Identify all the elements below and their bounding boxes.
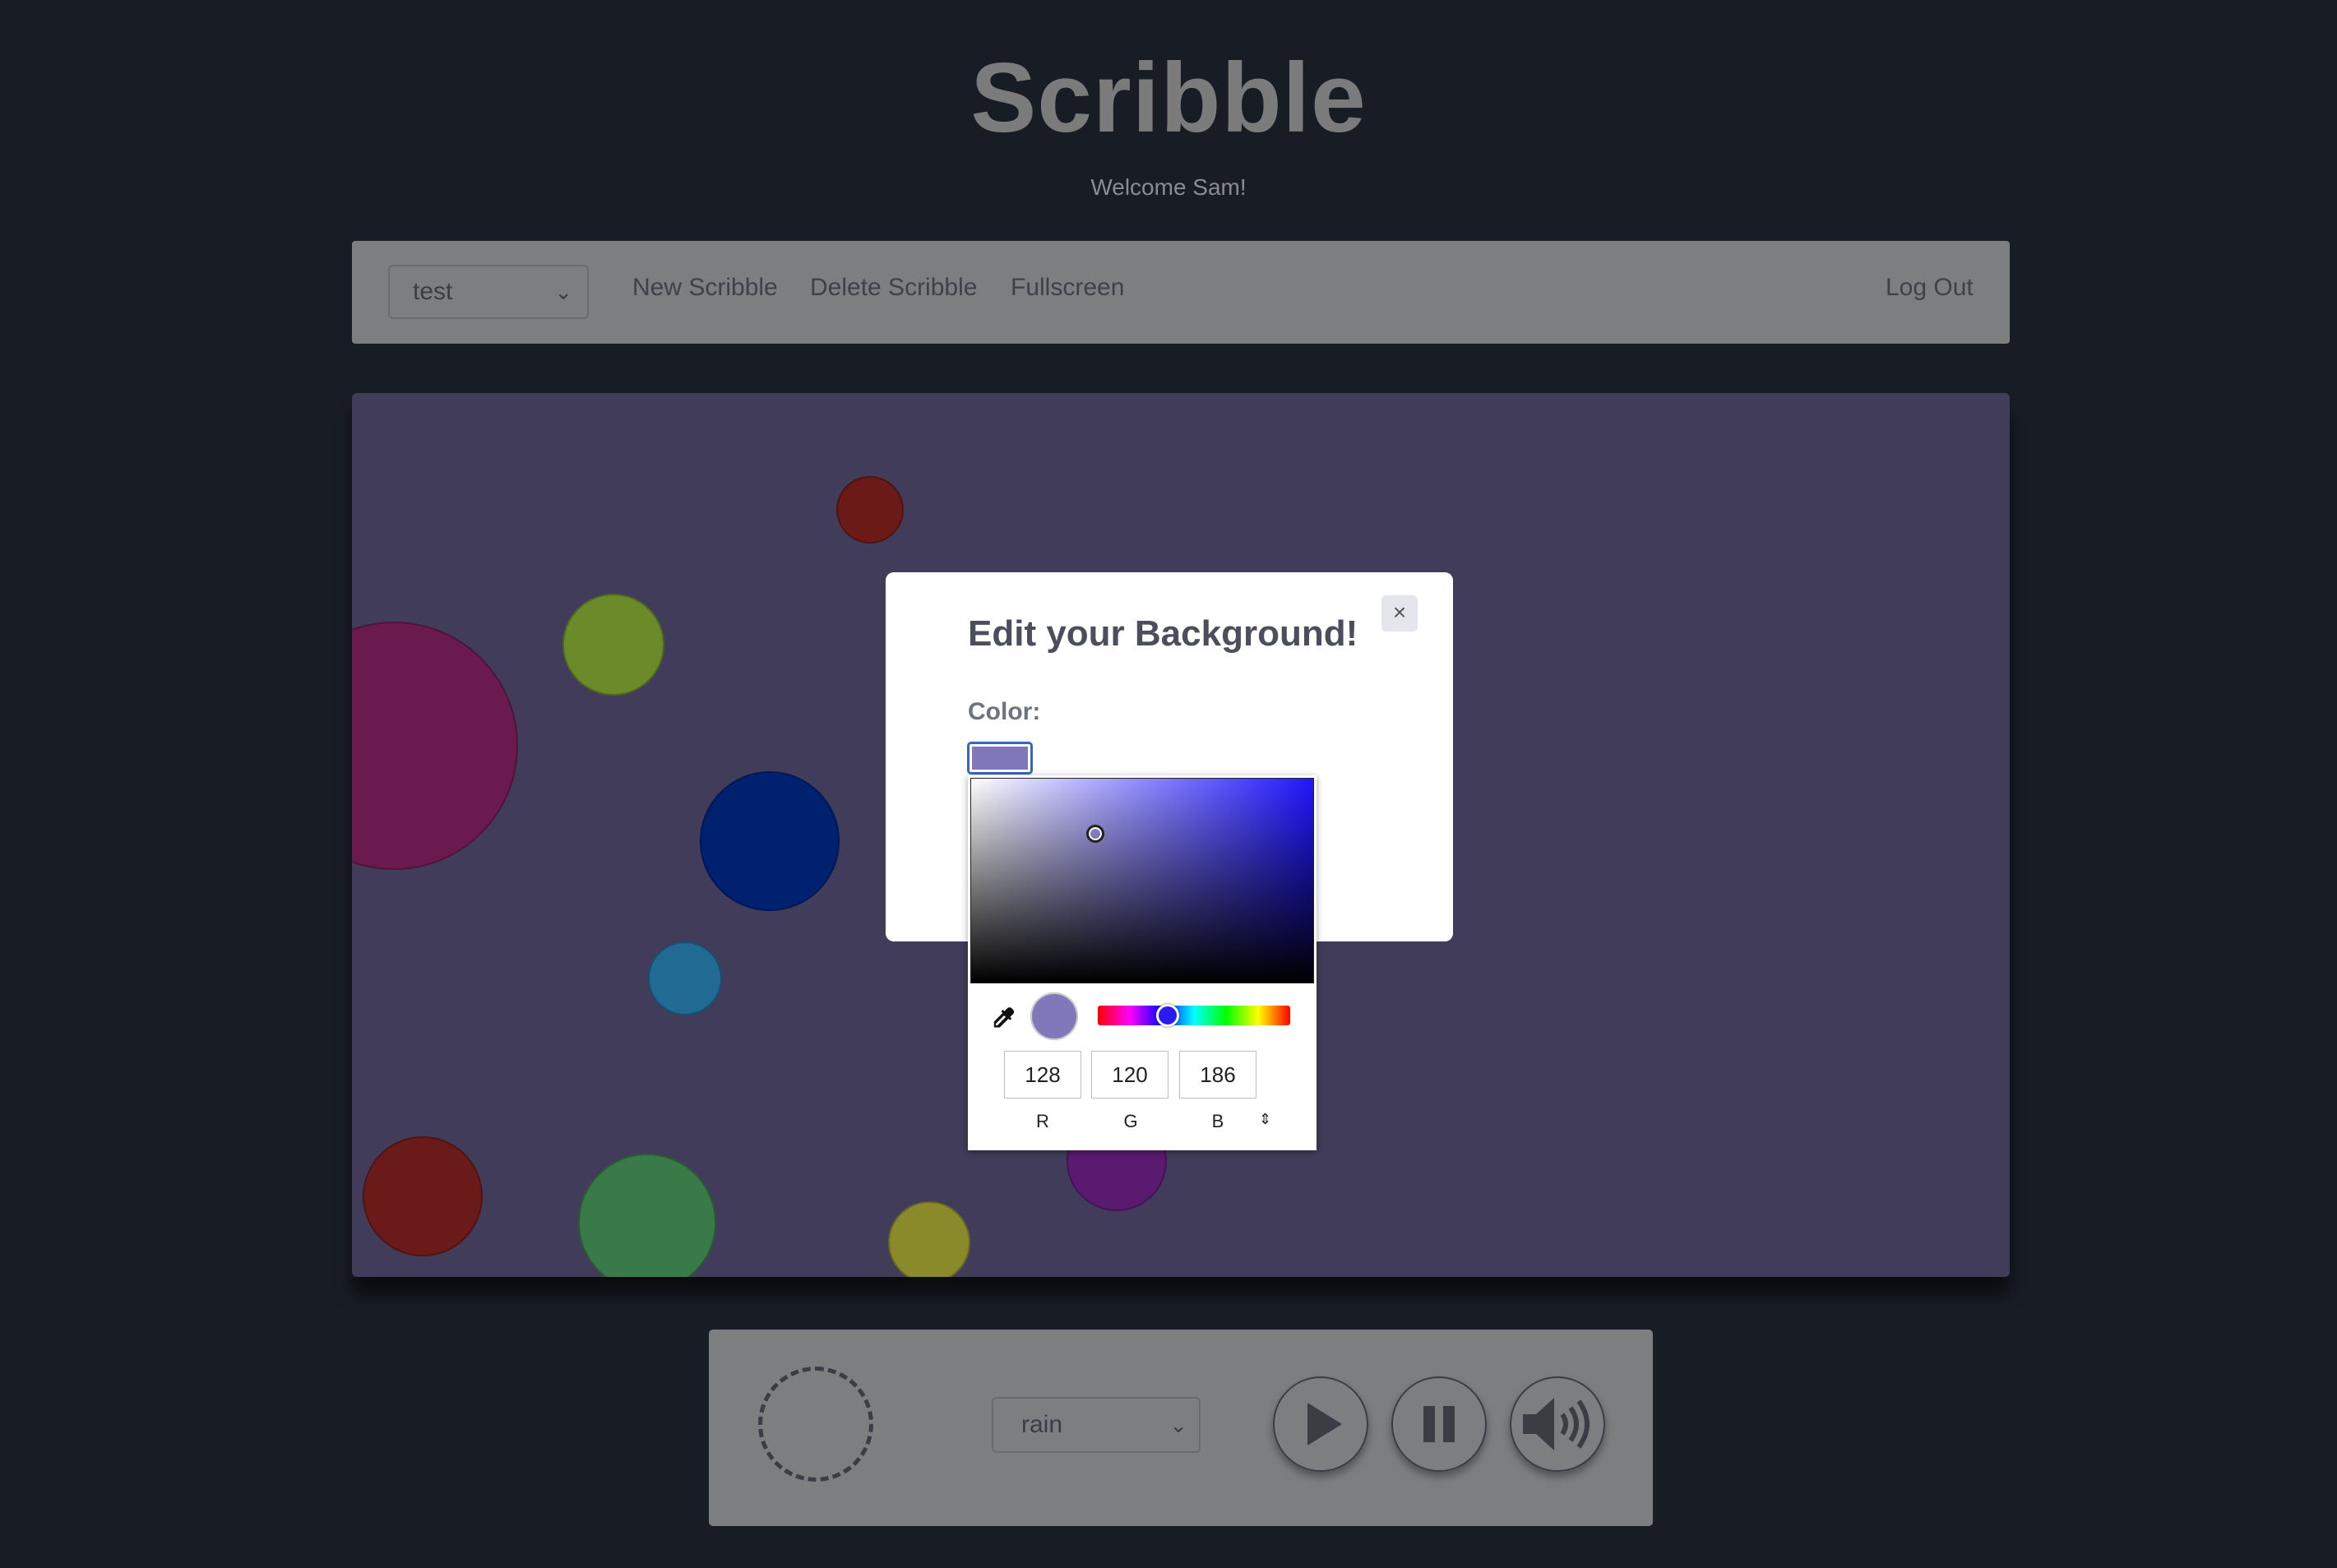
red-input[interactable]: 128 [1004, 1051, 1081, 1099]
chevron-down-icon: ⌄ [554, 280, 572, 304]
hue-slider-handle[interactable] [1156, 1004, 1179, 1027]
hue-slider[interactable] [1098, 1004, 1290, 1027]
play-icon [1307, 1403, 1342, 1445]
green-label: G [1123, 1111, 1138, 1131]
circle-olive[interactable] [562, 594, 664, 696]
loading-spinner-icon [758, 1367, 873, 1482]
volume-icon [1523, 1398, 1590, 1450]
green-input[interactable]: 120 [1091, 1051, 1168, 1099]
fullscreen-link[interactable]: Fullscreen [1011, 274, 1124, 302]
blue-label: B [1211, 1111, 1224, 1131]
color-preview [1030, 992, 1078, 1040]
circle-green[interactable] [578, 1154, 716, 1277]
color-swatch-fill [972, 747, 1028, 770]
color-label: Color: [968, 698, 1041, 725]
circle-magenta[interactable] [352, 622, 518, 870]
scribble-select-value: test [413, 278, 453, 305]
logout-link[interactable]: Log Out [1886, 274, 1974, 302]
play-button[interactable] [1273, 1376, 1368, 1472]
volume-button[interactable] [1510, 1376, 1605, 1472]
new-scribble-link[interactable]: New Scribble [632, 274, 778, 302]
chevron-down-icon: ⌄ [1169, 1413, 1187, 1437]
welcome-message: Welcome Sam! [1090, 174, 1247, 200]
circle-darkred[interactable] [363, 1136, 483, 1256]
color-mode-toggle-icon[interactable]: ⇕ [1259, 1111, 1271, 1128]
color-swatch-button[interactable] [967, 742, 1033, 775]
red-label: R [1036, 1111, 1049, 1131]
saturation-handle[interactable] [1086, 825, 1104, 843]
circle-steelblue[interactable] [648, 941, 722, 1015]
sound-select-value: rain [1021, 1411, 1063, 1438]
circle-navy[interactable] [700, 771, 840, 911]
modal-title: Edit your Background! [968, 613, 1358, 654]
sound-player: rain ⌄ [709, 1330, 1653, 1526]
circle-darkred-small[interactable] [836, 476, 904, 543]
saturation-value-area[interactable] [970, 778, 1314, 983]
navbar: test ⌄ New Scribble Delete Scribble Full… [352, 241, 2010, 344]
circle-yellow[interactable] [888, 1201, 970, 1277]
sound-select[interactable]: rain ⌄ [992, 1397, 1201, 1453]
color-picker-popup: 128 120 186 R G B ⇕ [968, 775, 1317, 1150]
delete-scribble-link[interactable]: Delete Scribble [810, 274, 977, 302]
close-button[interactable]: × [1381, 595, 1418, 631]
pause-button[interactable] [1391, 1376, 1487, 1472]
scribble-select[interactable]: test ⌄ [388, 265, 589, 319]
blue-input[interactable]: 186 [1179, 1051, 1256, 1099]
eyedropper-icon[interactable] [988, 1004, 1017, 1034]
pause-icon [1423, 1406, 1455, 1442]
app-title: Scribble [970, 43, 1367, 153]
